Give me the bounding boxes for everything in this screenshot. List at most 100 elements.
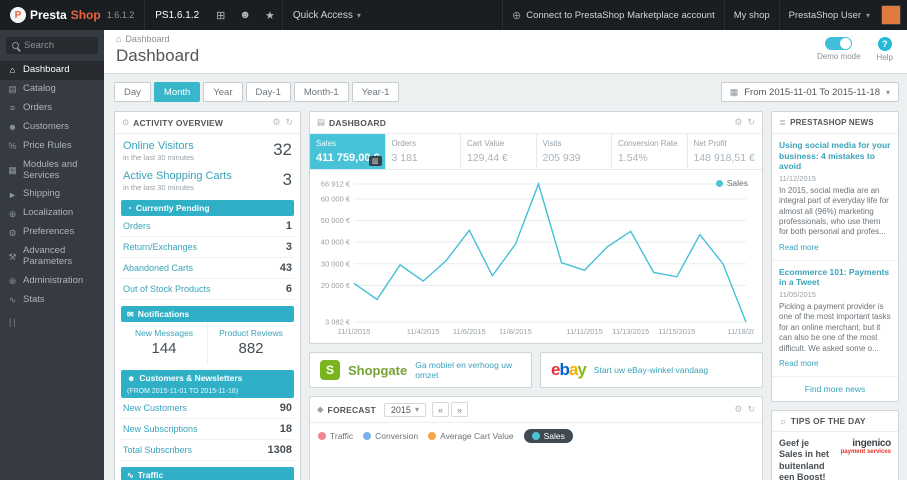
- activity-row-label: Abandoned Carts: [123, 263, 194, 273]
- forecast-prev-button[interactable]: «: [431, 402, 449, 418]
- gear-icon[interactable]: ⚙: [734, 117, 742, 128]
- demo-mode-toggle[interactable]: [825, 37, 853, 50]
- news-article-title[interactable]: Using social media for your business: 4 …: [779, 140, 891, 172]
- svg-text:11/15/2015: 11/15/2015: [658, 327, 695, 336]
- sidebar-item-preferences[interactable]: ⚙ Preferences: [0, 223, 104, 242]
- forecast-legend-traffic[interactable]: Traffic: [318, 431, 353, 441]
- kpi-cart-value[interactable]: Cart Value 129,44 €: [461, 134, 537, 169]
- forecast-legend: Traffic Conversion Average Cart Value Sales: [310, 423, 762, 449]
- forecast-year-select[interactable]: 2015 ▾: [383, 402, 426, 417]
- my-shop-link[interactable]: My shop: [723, 0, 779, 30]
- marketplace-link[interactable]: ⊕ Connect to PrestaShop Marketplace acco…: [501, 0, 724, 30]
- forecast-legend-conversion[interactable]: Conversion: [363, 431, 418, 441]
- sidebar-item-catalog[interactable]: ▤ Catalog: [0, 80, 104, 99]
- middle-column: ▤ DASHBOARD ⚙ ↻ Sales 411 759,00 € ▥ Orders…: [309, 111, 764, 480]
- sidebar-item-orders[interactable]: ≡ Orders: [0, 99, 104, 118]
- kpi-orders[interactable]: Orders 3 181: [386, 134, 461, 169]
- chart-legend[interactable]: Sales: [715, 178, 748, 188]
- svg-text:20 000 €: 20 000 €: [321, 281, 351, 290]
- award-icon[interactable]: ★: [258, 0, 282, 30]
- price-rules-icon: %: [8, 140, 17, 151]
- sidebar-item-modules-and-services[interactable]: ▦ Modules and Services: [0, 156, 104, 186]
- breadcrumb[interactable]: ⌂ Dashboard: [116, 34, 895, 44]
- period-month[interactable]: Month: [153, 82, 201, 102]
- ebay-banner[interactable]: ebay Start uw eBay-winkel vandaag: [540, 352, 763, 389]
- tips-panel: ☼ TIPS OF THE DAY Geef je Sales in het b…: [771, 410, 899, 480]
- news-article-excerpt: In 2015, social media are an integral pa…: [779, 185, 889, 237]
- sidebar-collapse-button[interactable]: ||: [0, 310, 104, 334]
- read-more-link[interactable]: Read more: [779, 243, 819, 252]
- kpi-visits[interactable]: Visits 205 939: [537, 134, 612, 169]
- activity-row-return-exchanges[interactable]: Return/Exchanges 3: [121, 237, 294, 258]
- date-range-button[interactable]: ▦ From 2015-11-01 To 2015-11-18 ▾: [720, 82, 899, 102]
- sidebar-item-localization[interactable]: ⊕ Localization: [0, 204, 104, 223]
- shopgate-banner[interactable]: S Shopgate Ga mobiel en verhoog uw omzet: [309, 352, 532, 389]
- activity-row-value: 18: [279, 423, 292, 435]
- kpi-net-profit[interactable]: Net Profit 148 918,51 €: [688, 134, 763, 169]
- svg-text:50 000 €: 50 000 €: [321, 216, 351, 225]
- find-more-news-link[interactable]: Find more news: [772, 377, 898, 401]
- activity-row-new-subscriptions[interactable]: New Subscriptions 18: [121, 419, 294, 440]
- activity-row-value: 90: [279, 402, 292, 414]
- chart-type-icon[interactable]: ▥: [368, 156, 382, 166]
- forecast-legend-sales[interactable]: Sales: [523, 429, 573, 444]
- period-year[interactable]: Year: [203, 82, 243, 102]
- page-header: ⌂ Dashboard Dashboard Demo mode ? Help: [104, 30, 907, 74]
- kpi-sales[interactable]: Sales 411 759,00 € ▥: [310, 134, 386, 169]
- home-icon: ⌂: [9, 65, 16, 76]
- sidebar-item-stats[interactable]: ∿ Stats: [0, 291, 104, 310]
- gear-icon[interactable]: ⚙: [272, 117, 280, 128]
- forecast-next-button[interactable]: »: [450, 402, 468, 418]
- quick-access-menu[interactable]: Quick Access ▾: [281, 0, 371, 30]
- sidebar-search: [6, 37, 98, 54]
- sidebar-item-label: Price Rules: [23, 139, 72, 151]
- activity-row-new-customers[interactable]: New Customers 90: [121, 398, 294, 419]
- activity-stat-value: 32: [273, 140, 292, 159]
- period-day-1[interactable]: Day-1: [245, 82, 291, 102]
- activity-row-total-subscribers[interactable]: Total Subscribers 1308: [121, 440, 294, 461]
- sidebar-item-administration[interactable]: ⊛ Administration: [0, 272, 104, 291]
- brand-name-left: Presta: [30, 8, 67, 22]
- news-article-title[interactable]: Ecommerce 101: Payments in a Tweet: [779, 267, 891, 288]
- help-icon[interactable]: ?: [877, 37, 892, 51]
- period-month-1[interactable]: Month-1: [293, 82, 349, 102]
- sidebar-item-advanced-parameters[interactable]: ⚒ Advanced Parameters: [0, 242, 104, 272]
- sidebar-item-price-rules[interactable]: % Price Rules: [0, 137, 104, 156]
- notification-cell-product-reviews[interactable]: Product Reviews 882: [207, 322, 294, 364]
- forecast-legend-average-cart-value[interactable]: Average Cart Value: [428, 431, 514, 442]
- read-more-link[interactable]: Read more: [779, 359, 819, 368]
- notification-cells: New Messages 144 Product Reviews 882: [121, 322, 294, 364]
- activity-row-orders[interactable]: Orders 1: [121, 216, 294, 237]
- refresh-icon[interactable]: ↻: [285, 117, 293, 128]
- sidebar-item-shipping[interactable]: ► Shipping: [0, 185, 104, 204]
- module-banners: S Shopgate Ga mobiel en verhoog uw omzet…: [309, 352, 763, 389]
- employee-icon[interactable]: ☻: [232, 0, 258, 30]
- demo-mode-control: Demo mode: [817, 37, 861, 62]
- forecast-legend-label: Average Cart Value: [440, 431, 514, 442]
- breadcrumb-label: Dashboard: [125, 34, 170, 44]
- caret-down-icon: ▾: [885, 87, 890, 97]
- prestashop-logo[interactable]: P Presta Shop 1.6.1.2: [0, 0, 144, 30]
- period-day[interactable]: Day: [114, 82, 151, 102]
- search-input[interactable]: [24, 40, 94, 51]
- ebay-link[interactable]: Start uw eBay-winkel vandaag: [594, 365, 708, 375]
- activity-stat-sub: in the last 30 minutes: [123, 183, 194, 192]
- activity-row-out-of-stock-products[interactable]: Out of Stock Products 6: [121, 279, 294, 300]
- user-avatar[interactable]: [881, 5, 901, 25]
- refresh-icon[interactable]: ↻: [747, 404, 755, 415]
- shopgate-link[interactable]: Ga mobiel en verhoog uw omzet: [415, 360, 521, 380]
- notification-cell-new-messages[interactable]: New Messages 144: [121, 322, 207, 364]
- sidebar-item-label: Stats: [23, 293, 45, 305]
- section-header-traffic: ∿Traffic(FROM 2015-11-01 TO 2015-11-18): [121, 467, 294, 480]
- gear-icon[interactable]: ⚙: [734, 404, 742, 415]
- shop-name-link[interactable]: PS1.6.1.2: [144, 0, 209, 30]
- sidebar-item-customers[interactable]: ☻ Customers: [0, 118, 104, 137]
- kpi-label: Visits: [542, 139, 562, 148]
- period-year-1[interactable]: Year-1: [351, 82, 400, 102]
- kpi-conversion-rate[interactable]: Conversion Rate 1.54%: [612, 134, 688, 169]
- user-menu[interactable]: PrestaShop User ▾: [778, 0, 879, 30]
- refresh-icon[interactable]: ↻: [747, 117, 755, 128]
- sidebar-item-dashboard[interactable]: ⌂ Dashboard: [0, 61, 104, 80]
- cart-icon[interactable]: ⊞: [209, 0, 232, 30]
- activity-row-abandoned-carts[interactable]: Abandoned Carts 43: [121, 258, 294, 279]
